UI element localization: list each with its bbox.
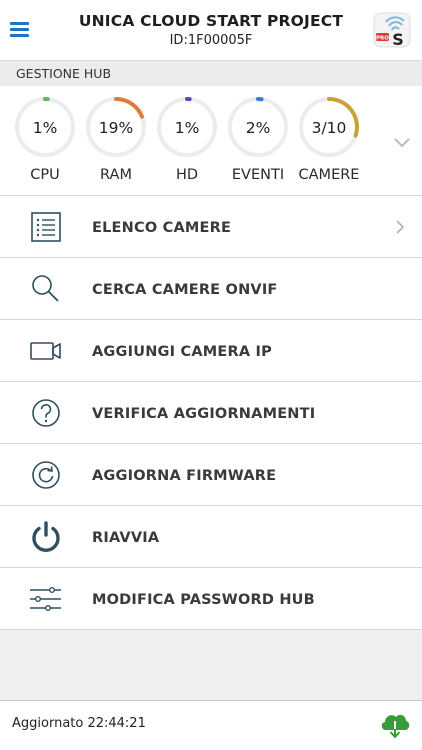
gauge-eventi-label: EVENTI xyxy=(231,167,285,183)
gauge-hd-value: 1% xyxy=(174,119,200,137)
menu-item-label: CERCA CAMERE ONVIF xyxy=(92,282,278,298)
menu-item-label: AGGIORNA FIRMWARE xyxy=(92,468,277,484)
empty-area xyxy=(0,630,422,700)
section-header: GESTIONE HUB xyxy=(0,60,422,86)
menu-item-label: ELENCO CAMERE xyxy=(92,220,232,236)
menu-item-label: AGGIUNGI CAMERA IP xyxy=(92,344,272,360)
search-icon xyxy=(32,275,59,302)
page-title: UNICA CLOUD START PROJECT xyxy=(78,12,344,30)
gauge-ram: 19% RAM xyxy=(85,96,155,183)
gauge-camere-label: CAMERE xyxy=(298,167,360,183)
menu-item-modifica-password-hub[interactable]: MODIFICA PASSWORD HUB xyxy=(0,568,422,630)
hamburger-menu-icon[interactable] xyxy=(10,20,32,38)
gauge-eventi-value: 2% xyxy=(245,119,271,137)
gauge-eventi: 2% EVENTI xyxy=(227,96,297,183)
menu-item-label: MODIFICA PASSWORD HUB xyxy=(92,592,315,608)
gauge-ram-value: 19% xyxy=(98,119,134,137)
menu-item-cerca-camere-onvif[interactable]: CERCA CAMERE ONVIF xyxy=(0,258,422,320)
gauge-cpu: 1% CPU xyxy=(14,96,84,183)
gauge-hd-label: HD xyxy=(175,167,199,183)
menu-item-elenco-camere[interactable]: ELENCO CAMERE xyxy=(0,196,422,258)
chevron-right-icon xyxy=(396,220,405,234)
video-camera-icon xyxy=(30,342,61,360)
gauge-camere-value: 3/10 xyxy=(311,119,347,137)
gauge-cpu-label: CPU xyxy=(30,167,60,183)
gauge-ram-label: RAM xyxy=(100,167,132,183)
hub-menu-list: ELENCO CAMERE CERCA CAMERE ONVIF AGGIUNG… xyxy=(0,196,422,630)
last-updated-text: Aggiornato 22:44:21 xyxy=(12,716,146,731)
power-icon xyxy=(32,521,60,552)
hub-id: ID:1F00005F xyxy=(169,33,253,48)
refresh-icon xyxy=(32,461,60,489)
question-icon xyxy=(32,399,60,427)
menu-item-aggiorna-firmware[interactable]: AGGIORNA FIRMWARE xyxy=(0,444,422,506)
section-title: GESTIONE HUB xyxy=(16,66,112,81)
menu-item-label: RIAVVIA xyxy=(92,530,160,546)
gauge-cpu-value: 1% xyxy=(32,119,58,137)
hub-stats-panel: 1% CPU 19% RAM 1% HD 2% EVENTI 3/10 CAME… xyxy=(0,86,422,196)
sliders-icon xyxy=(30,586,61,612)
logo-letter-text: S xyxy=(392,30,404,48)
app-logo-icon: PRO S xyxy=(373,12,411,48)
menu-item-verifica-aggiornamenti[interactable]: VERIFICA AGGIORNAMENTI xyxy=(0,382,422,444)
app-header: UNICA CLOUD START PROJECT ID:1F00005F PR… xyxy=(0,0,422,60)
status-footer: Aggiornato 22:44:21 xyxy=(0,700,422,750)
list-icon xyxy=(31,212,61,242)
cloud-download-icon[interactable] xyxy=(378,708,412,740)
gauge-ram-arc xyxy=(114,97,145,119)
menu-item-aggiungi-camera-ip[interactable]: AGGIUNGI CAMERA IP xyxy=(0,320,422,382)
gauge-hd: 1% HD xyxy=(156,96,226,183)
gauge-camere: 3/10 CAMERE xyxy=(298,96,368,183)
expand-chevron-down-icon[interactable] xyxy=(392,136,412,150)
menu-item-label: VERIFICA AGGIORNAMENTI xyxy=(92,406,316,422)
menu-item-riavvia[interactable]: RIAVVIA xyxy=(0,506,422,568)
logo-badge-text: PRO xyxy=(376,36,389,42)
